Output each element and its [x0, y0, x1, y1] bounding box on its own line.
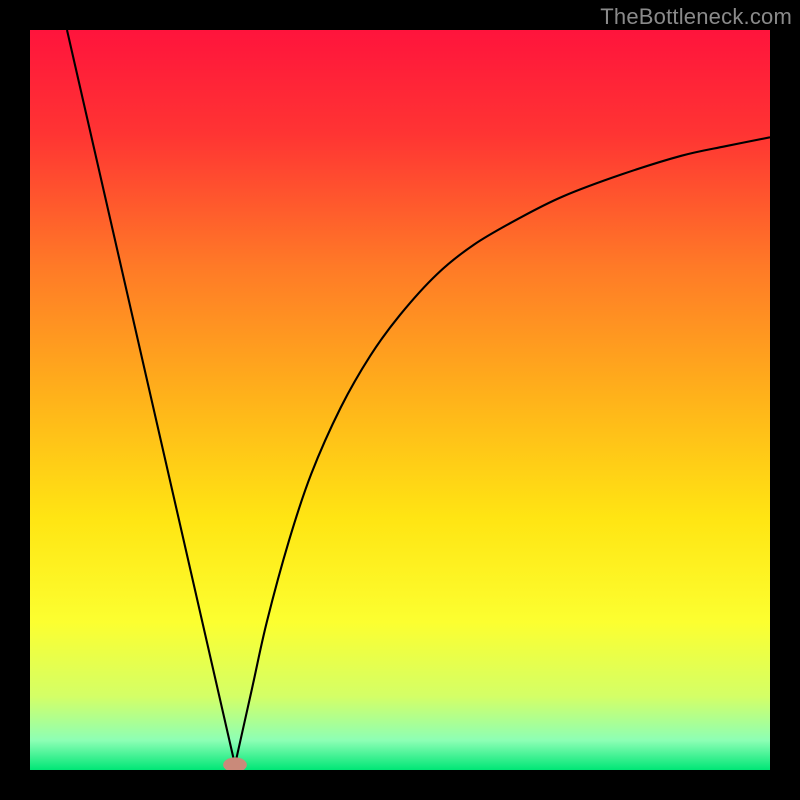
chart-background: [30, 30, 770, 770]
chart-frame: TheBottleneck.com: [0, 0, 800, 800]
bottleneck-chart: [30, 30, 770, 770]
watermark-text: TheBottleneck.com: [600, 4, 792, 30]
